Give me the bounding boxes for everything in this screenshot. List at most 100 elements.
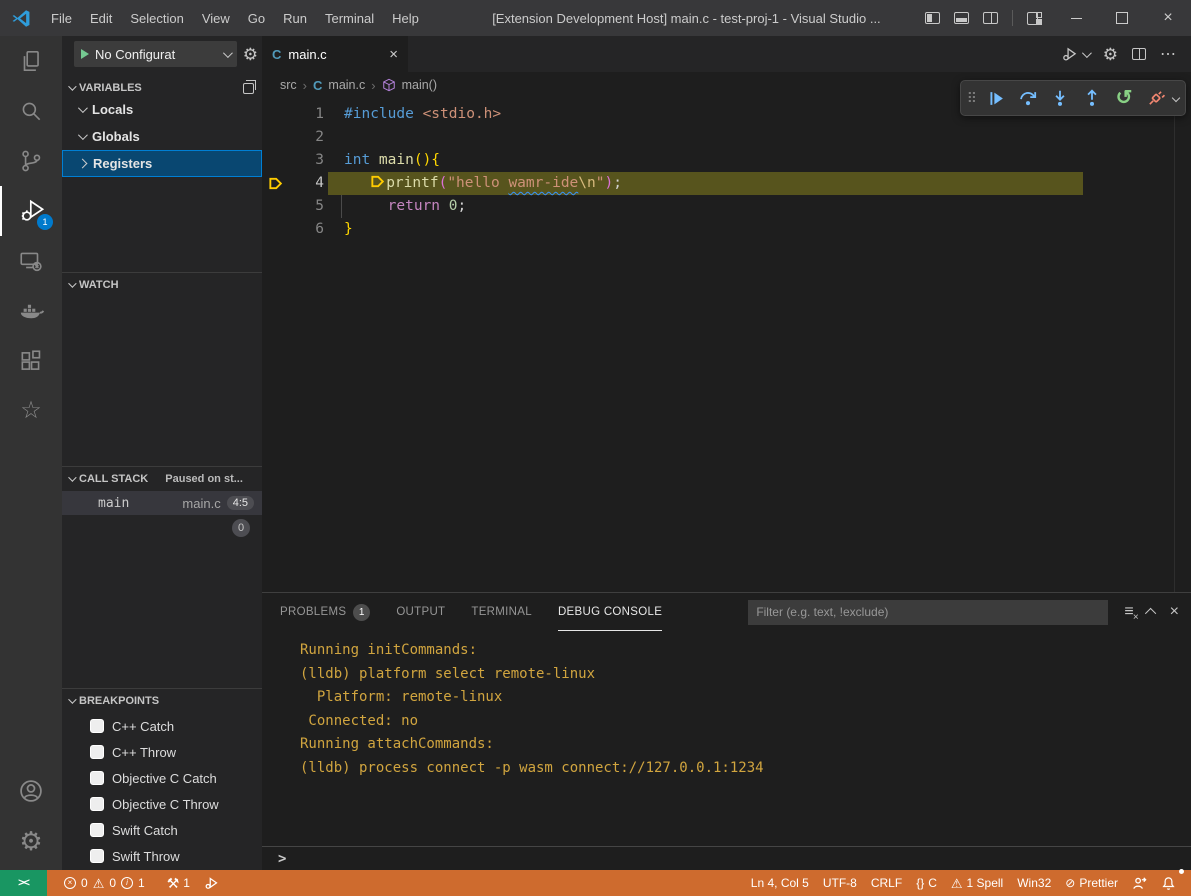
watch-header[interactable]: WATCH: [62, 273, 262, 297]
clear-console-icon[interactable]: ≡: [1124, 604, 1133, 620]
settings-button[interactable]: ⚙: [0, 816, 62, 866]
tab-problems[interactable]: PROBLEMS 1: [280, 593, 370, 631]
platform-status[interactable]: Win32: [1010, 870, 1058, 896]
variables-scope-locals[interactable]: Locals: [62, 96, 262, 123]
glyph-margin[interactable]: [262, 195, 288, 218]
step-into-button[interactable]: [1047, 84, 1073, 112]
gear-icon[interactable]: ⚙: [1103, 46, 1118, 63]
menu-selection[interactable]: Selection: [121, 0, 192, 36]
code-line[interactable]: 4 printf("hello wamr-ide\n");: [262, 172, 1191, 195]
tab-main-c[interactable]: C main.c ×: [262, 36, 408, 72]
sidebar-item-run-and-debug[interactable]: 1: [0, 186, 62, 236]
customize-layout-icon[interactable]: [1027, 11, 1043, 25]
remote-indicator[interactable]: ><: [0, 870, 47, 896]
menu-edit[interactable]: Edit: [81, 0, 121, 36]
tab-terminal[interactable]: TERMINAL: [471, 593, 532, 631]
glyph-margin[interactable]: [262, 126, 288, 149]
configure-gear-icon[interactable]: ⚙: [243, 46, 258, 63]
maximize-panel-icon[interactable]: [1145, 608, 1156, 619]
sidebar-item-remote-explorer[interactable]: [0, 236, 62, 286]
menu-help[interactable]: Help: [383, 0, 428, 36]
console-output[interactable]: Running initCommands:(lldb) platform sel…: [262, 631, 1191, 846]
notifications-button[interactable]: [1154, 870, 1183, 896]
breakpoint-row[interactable]: Swift Catch: [62, 817, 262, 843]
toggle-panel-icon[interactable]: [954, 12, 969, 24]
breakpoints-header[interactable]: BREAKPOINTS: [62, 689, 262, 713]
menu-terminal[interactable]: Terminal: [316, 0, 383, 36]
run-or-debug-button[interactable]: [1061, 46, 1089, 63]
problems-status[interactable]: × 0 ⚠ 0 i 1: [57, 870, 152, 896]
breakpoint-row[interactable]: C++ Catch: [62, 713, 262, 739]
code-editor[interactable]: 1#include <stdio.h>23int main(){4 printf…: [262, 98, 1191, 592]
restart-button[interactable]: ↺: [1111, 84, 1137, 112]
language-mode[interactable]: {} C: [909, 870, 944, 896]
breakpoint-checkbox[interactable]: [90, 771, 104, 785]
thread-row[interactable]: 0: [62, 515, 262, 541]
chevron-down-icon[interactable]: [1172, 94, 1180, 102]
scrollbar-track[interactable]: [1174, 98, 1175, 592]
breakpoint-checkbox[interactable]: [90, 849, 104, 863]
breadcrumb-file[interactable]: main.c: [328, 78, 365, 92]
tab-debug-console[interactable]: DEBUG CONSOLE: [558, 593, 662, 631]
breadcrumb-symbol[interactable]: main(): [402, 78, 437, 92]
variables-scope-registers[interactable]: Registers: [62, 150, 262, 177]
sidebar-item-search[interactable]: [0, 86, 62, 136]
step-out-button[interactable]: [1079, 84, 1105, 112]
encoding-status[interactable]: UTF-8: [816, 870, 864, 896]
breakpoint-row[interactable]: C++ Throw: [62, 739, 262, 765]
close-window-button[interactable]: ×: [1145, 0, 1191, 36]
breakpoint-checkbox[interactable]: [90, 745, 104, 759]
minimize-button[interactable]: [1053, 0, 1099, 36]
code-line[interactable]: 6}: [262, 218, 1191, 241]
variables-header[interactable]: VARIABLES: [62, 72, 262, 96]
cursor-position[interactable]: Ln 4, Col 5: [744, 870, 816, 896]
breakpoint-row[interactable]: Swift Throw: [62, 843, 262, 869]
variables-scope-globals[interactable]: Globals: [62, 123, 262, 150]
breakpoint-checkbox[interactable]: [90, 823, 104, 837]
glyph-margin[interactable]: [262, 149, 288, 172]
menu-go[interactable]: Go: [239, 0, 274, 36]
sidebar-item-star-extension[interactable]: ☆: [0, 386, 62, 436]
breakpoint-checkbox[interactable]: [90, 719, 104, 733]
menu-view[interactable]: View: [193, 0, 239, 36]
sidebar-item-source-control[interactable]: [0, 136, 62, 186]
close-panel-icon[interactable]: ×: [1170, 603, 1179, 621]
call-stack-header[interactable]: CALL STACK Paused on st...: [62, 467, 262, 491]
maximize-button[interactable]: [1099, 0, 1145, 36]
tools-status[interactable]: ⚒ 1: [160, 870, 197, 896]
console-input-row[interactable]: >: [262, 846, 1191, 870]
menu-file[interactable]: File: [42, 0, 81, 36]
sidebar-item-extensions[interactable]: [0, 336, 62, 386]
sidebar-item-docker[interactable]: [0, 286, 62, 336]
step-over-button[interactable]: [1015, 84, 1041, 112]
menu-run[interactable]: Run: [274, 0, 316, 36]
code-line[interactable]: 5 return 0;: [262, 195, 1191, 218]
eol-status[interactable]: CRLF: [864, 870, 909, 896]
continue-button[interactable]: [983, 84, 1009, 112]
breadcrumb-folder[interactable]: src: [280, 78, 297, 92]
account-button[interactable]: [0, 766, 62, 816]
spell-checker-status[interactable]: ⚠ 1 Spell: [944, 870, 1010, 896]
formatter-status[interactable]: ⊘ Prettier: [1058, 870, 1125, 896]
toggle-sidebar-icon[interactable]: [925, 12, 940, 24]
debug-status[interactable]: [197, 870, 226, 896]
disconnect-button[interactable]: [1143, 84, 1169, 112]
drag-grip-icon[interactable]: ⠿: [967, 90, 977, 107]
breakpoint-row[interactable]: Objective C Catch: [62, 765, 262, 791]
launch-configuration-dropdown[interactable]: No Configurat: [74, 41, 237, 67]
more-actions-icon[interactable]: ⋯: [1160, 44, 1177, 64]
sidebar-item-explorer[interactable]: [0, 36, 62, 86]
feedback-button[interactable]: [1125, 870, 1154, 896]
copy-icon[interactable]: [243, 83, 254, 94]
glyph-margin[interactable]: [262, 103, 288, 126]
code-line[interactable]: 3int main(){: [262, 149, 1191, 172]
console-filter-input[interactable]: [748, 600, 1108, 625]
code-line[interactable]: 2: [262, 126, 1191, 149]
close-tab-icon[interactable]: ×: [389, 46, 398, 63]
split-editor-icon[interactable]: [1132, 48, 1146, 60]
toggle-secondary-sidebar-icon[interactable]: [983, 12, 998, 24]
breakpoint-checkbox[interactable]: [90, 797, 104, 811]
current-line-pointer-icon[interactable]: [262, 172, 288, 195]
tab-output[interactable]: OUTPUT: [396, 593, 445, 631]
glyph-margin[interactable]: [262, 218, 288, 241]
